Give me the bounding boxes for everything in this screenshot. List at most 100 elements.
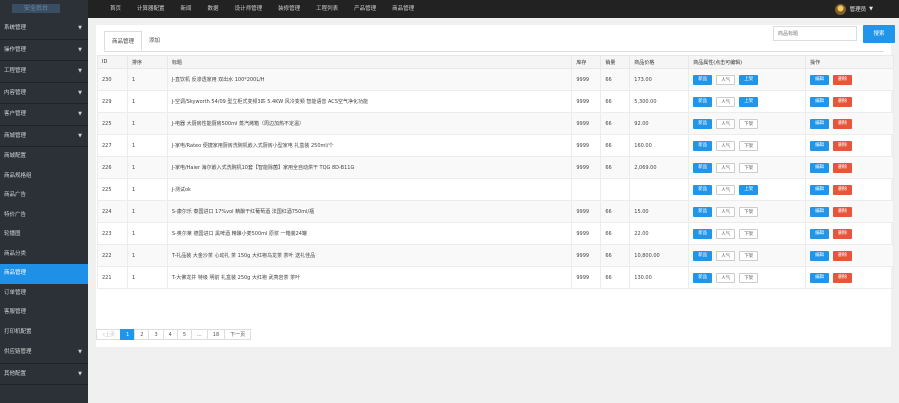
cell-sort[interactable]: 1: [126, 222, 168, 245]
search-button[interactable]: 搜索: [863, 25, 895, 43]
logo[interactable]: 安全后台: [0, 0, 88, 18]
edit-button[interactable]: 编辑: [810, 184, 830, 195]
sidebar-subitem[interactable]: 客服管理: [0, 303, 88, 323]
sidebar-group[interactable]: 供应链管理 ▼: [0, 342, 88, 364]
new-toggle[interactable]: 新品: [693, 206, 713, 217]
cell-sort[interactable]: 1: [126, 266, 168, 289]
edit-button[interactable]: 编辑: [810, 96, 830, 107]
hot-toggle[interactable]: 人气: [716, 162, 736, 173]
next-page-button[interactable]: 下一页: [224, 329, 252, 340]
status-toggle[interactable]: 下架: [739, 228, 759, 239]
hot-toggle[interactable]: 人气: [716, 184, 736, 195]
sidebar-subitem[interactable]: 商品规格组: [0, 166, 88, 186]
new-toggle[interactable]: 新品: [693, 96, 713, 107]
sidebar-subitem[interactable]: 轮播图: [0, 225, 88, 245]
new-toggle[interactable]: 新品: [693, 74, 713, 85]
new-toggle[interactable]: 新品: [693, 184, 713, 195]
cell-sort[interactable]: 1: [126, 178, 168, 201]
sidebar-group[interactable]: 客户管理 ▼: [0, 104, 88, 126]
topnav-item[interactable]: 计算器配置: [129, 0, 173, 18]
delete-button[interactable]: 删除: [833, 96, 853, 107]
page-number[interactable]: 3: [148, 329, 164, 340]
prev-page-button[interactable]: «上页: [96, 329, 122, 340]
topnav-item[interactable]: 首页: [102, 0, 129, 18]
delete-button[interactable]: 删除: [833, 272, 853, 283]
sidebar-subitem[interactable]: 商品分类: [0, 244, 88, 264]
sidebar-group[interactable]: 内容管理 ▼: [0, 83, 88, 104]
hot-toggle[interactable]: 人气: [716, 74, 736, 85]
sidebar-subitem[interactable]: 商品广告: [0, 186, 88, 206]
delete-button[interactable]: 删除: [833, 250, 853, 261]
tab-item[interactable]: 添加: [142, 31, 167, 51]
hot-toggle[interactable]: 人气: [716, 140, 736, 151]
topnav-item[interactable]: 商品管理: [384, 0, 422, 18]
edit-button[interactable]: 编辑: [810, 250, 830, 261]
topnav-item[interactable]: 装修管理: [270, 0, 308, 18]
edit-button[interactable]: 编辑: [810, 140, 830, 151]
last-page-button[interactable]: 18: [206, 329, 226, 340]
sidebar-subitem[interactable]: 商品管理: [0, 264, 88, 284]
page-number[interactable]: 1: [120, 329, 136, 340]
status-toggle[interactable]: 下架: [739, 272, 759, 283]
edit-button[interactable]: 编辑: [810, 118, 830, 129]
edit-button[interactable]: 编辑: [810, 74, 830, 85]
status-toggle[interactable]: 上架: [739, 184, 759, 195]
status-toggle[interactable]: 上架: [739, 74, 759, 85]
topnav-item[interactable]: 产品管理: [346, 0, 384, 18]
delete-button[interactable]: 删除: [833, 206, 853, 217]
tab-item[interactable]: 商品管理: [104, 31, 143, 51]
new-toggle[interactable]: 新品: [693, 272, 713, 283]
topnav-item[interactable]: 数据: [200, 0, 227, 18]
edit-button[interactable]: 编辑: [810, 162, 830, 173]
cell-sort[interactable]: 1: [126, 90, 168, 113]
delete-button[interactable]: 删除: [833, 228, 853, 239]
page-number[interactable]: 4: [162, 329, 178, 340]
new-toggle[interactable]: 新品: [693, 162, 713, 173]
cell-sort[interactable]: 1: [126, 156, 168, 179]
status-toggle[interactable]: 下架: [739, 206, 759, 217]
delete-button[interactable]: 删除: [833, 162, 853, 173]
sidebar-subitem[interactable]: 打印机配置: [0, 322, 88, 342]
status-toggle[interactable]: 下架: [739, 162, 759, 173]
page-number[interactable]: 5: [176, 329, 192, 340]
status-toggle[interactable]: 下架: [739, 250, 759, 261]
delete-button[interactable]: 删除: [833, 118, 853, 129]
hot-toggle[interactable]: 人气: [716, 96, 736, 107]
delete-button[interactable]: 删除: [833, 140, 853, 151]
hot-toggle[interactable]: 人气: [716, 272, 736, 283]
cell-sort[interactable]: 1: [126, 200, 168, 223]
cell-sort[interactable]: 1: [126, 112, 168, 135]
sidebar-group[interactable]: 商城管理 ▼: [0, 126, 88, 147]
status-toggle[interactable]: 上架: [739, 96, 759, 107]
new-toggle[interactable]: 新品: [693, 250, 713, 261]
status-toggle[interactable]: 下架: [739, 118, 759, 129]
edit-button[interactable]: 编辑: [810, 228, 830, 239]
sidebar-subitem[interactable]: 商城配置: [0, 147, 88, 167]
cell-sort[interactable]: 1: [126, 244, 168, 267]
topnav-item[interactable]: 设计师管理: [227, 0, 271, 18]
admin-menu[interactable]: 管理员 ▼: [834, 0, 873, 18]
delete-button[interactable]: 删除: [833, 184, 853, 195]
cell-sort[interactable]: 1: [126, 68, 168, 91]
status-toggle[interactable]: 下架: [739, 140, 759, 151]
hot-toggle[interactable]: 人气: [716, 206, 736, 217]
sidebar-subitem[interactable]: 特价广告: [0, 205, 88, 225]
sidebar-group[interactable]: 操作管理 ▼: [0, 40, 88, 61]
hot-toggle[interactable]: 人气: [716, 118, 736, 129]
topnav-item[interactable]: 工程列表: [308, 0, 346, 18]
sidebar-group[interactable]: 其他配置 ▼: [0, 364, 88, 385]
cell-sort[interactable]: 1: [126, 134, 168, 157]
page-number[interactable]: 2: [134, 329, 150, 340]
edit-button[interactable]: 编辑: [810, 206, 830, 217]
edit-button[interactable]: 编辑: [810, 272, 830, 283]
search-input[interactable]: [773, 26, 857, 41]
new-toggle[interactable]: 新品: [693, 140, 713, 151]
sidebar-group[interactable]: 工程管理 ▼: [0, 61, 88, 83]
new-toggle[interactable]: 新品: [693, 228, 713, 239]
new-toggle[interactable]: 新品: [693, 118, 713, 129]
topnav-item[interactable]: 新闻: [173, 0, 200, 18]
delete-button[interactable]: 删除: [833, 74, 853, 85]
sidebar-subitem[interactable]: 订单管理: [0, 283, 88, 303]
sidebar-group[interactable]: 系统管理 ▼: [0, 18, 88, 40]
hot-toggle[interactable]: 人气: [716, 228, 736, 239]
